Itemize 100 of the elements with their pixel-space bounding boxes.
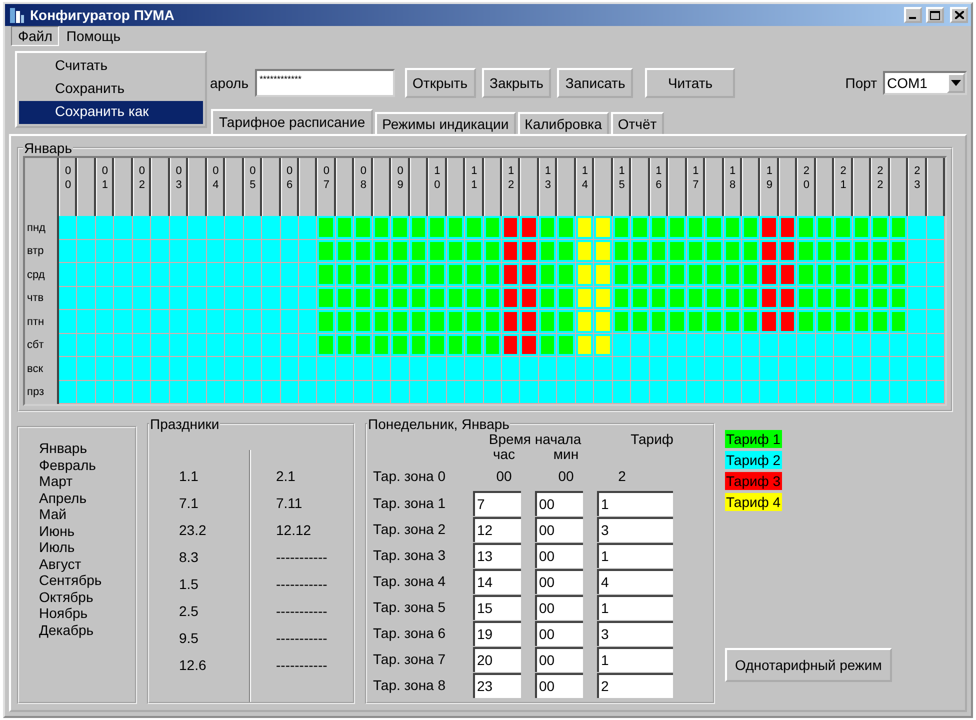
schedule-cell[interactable] <box>576 334 594 357</box>
schedule-cell[interactable] <box>631 286 650 310</box>
schedule-cell[interactable] <box>724 263 742 286</box>
schedule-cell[interactable] <box>612 263 632 286</box>
schedule-cell[interactable] <box>890 286 908 310</box>
schedule-cell[interactable] <box>206 380 226 404</box>
schedule-cell[interactable] <box>631 216 650 240</box>
schedule-cell[interactable] <box>760 380 779 404</box>
schedule-cell[interactable] <box>262 357 280 380</box>
schedule-cell[interactable] <box>852 240 872 263</box>
schedule-cell[interactable] <box>59 263 78 286</box>
schedule-cell[interactable] <box>816 216 834 240</box>
schedule-cell[interactable] <box>502 357 520 380</box>
schedule-cell[interactable] <box>686 216 706 240</box>
month-item[interactable]: Сентябрь <box>39 572 135 588</box>
schedule-cell[interactable] <box>576 286 594 310</box>
schedule-cell[interactable] <box>354 263 373 286</box>
schedule-cell[interactable] <box>298 334 318 357</box>
month-item[interactable]: Ноябрь <box>39 605 135 622</box>
schedule-cell[interactable] <box>484 357 502 380</box>
schedule-cell[interactable] <box>244 357 262 380</box>
hour-field[interactable]: 15 <box>473 594 521 620</box>
schedule-cell[interactable] <box>428 286 447 310</box>
minute-field[interactable]: 00 <box>535 568 583 594</box>
schedule-cell[interactable] <box>594 357 613 380</box>
schedule-cell[interactable] <box>410 380 428 404</box>
month-item[interactable]: Июнь <box>39 522 135 539</box>
schedule-cell[interactable] <box>206 357 226 380</box>
schedule-cell[interactable] <box>446 240 466 263</box>
schedule-cell[interactable] <box>668 286 687 310</box>
tariff-field[interactable]: 1 <box>597 646 673 672</box>
tariff-field[interactable]: 1 <box>597 542 673 568</box>
schedule-cell[interactable] <box>298 380 318 404</box>
schedule-cell[interactable] <box>391 357 410 380</box>
schedule-cell[interactable] <box>428 357 447 380</box>
schedule-cell[interactable] <box>170 334 188 357</box>
minute-field[interactable]: 00 <box>535 542 583 568</box>
schedule-cell[interactable] <box>372 286 392 310</box>
schedule-cell[interactable] <box>686 334 706 357</box>
schedule-cell[interactable] <box>742 240 760 263</box>
schedule-cell[interactable] <box>280 263 299 286</box>
schedule-cell[interactable] <box>742 216 760 240</box>
schedule-cell[interactable] <box>336 380 354 404</box>
schedule-cell[interactable] <box>372 263 392 286</box>
schedule-cell[interactable] <box>742 380 760 404</box>
month-item[interactable]: Январь <box>39 440 135 456</box>
schedule-cell[interactable] <box>778 380 798 404</box>
schedule-cell[interactable] <box>852 310 872 334</box>
schedule-cell[interactable] <box>354 286 373 310</box>
schedule-cell[interactable] <box>354 380 373 404</box>
schedule-cell[interactable] <box>631 310 650 334</box>
schedule-cell[interactable] <box>280 286 299 310</box>
schedule-cell[interactable] <box>797 240 816 263</box>
schedule-cell[interactable] <box>668 310 687 334</box>
schedule-cell[interactable] <box>908 240 927 263</box>
schedule-cell[interactable] <box>852 334 872 357</box>
schedule-cell[interactable] <box>576 380 594 404</box>
schedule-cell[interactable] <box>391 286 410 310</box>
maximize-button[interactable] <box>926 7 944 23</box>
schedule-cell[interactable] <box>77 334 96 357</box>
toolbar-button[interactable]: Читать <box>645 68 736 98</box>
schedule-cell[interactable] <box>778 240 798 263</box>
schedule-cell[interactable] <box>298 286 318 310</box>
close-button[interactable] <box>950 7 968 23</box>
schedule-cell[interactable] <box>446 380 466 404</box>
schedule-cell[interactable] <box>538 240 558 263</box>
schedule-cell[interactable] <box>502 240 520 263</box>
schedule-cell[interactable] <box>834 286 853 310</box>
schedule-cell[interactable] <box>576 263 594 286</box>
schedule-cell[interactable] <box>336 216 354 240</box>
schedule-cell[interactable] <box>760 216 779 240</box>
schedule-cell[interactable] <box>908 310 927 334</box>
schedule-cell[interactable] <box>576 310 594 334</box>
tariff-field[interactable]: 3 <box>597 620 673 646</box>
schedule-cell[interactable] <box>262 286 280 310</box>
minute-field[interactable]: 00 <box>535 672 583 698</box>
schedule-cell[interactable] <box>631 334 650 357</box>
schedule-cell[interactable] <box>520 286 539 310</box>
hour-field[interactable]: 23 <box>473 672 521 698</box>
schedule-cell[interactable] <box>114 380 133 404</box>
schedule-cell[interactable] <box>262 380 280 404</box>
schedule-cell[interactable] <box>280 216 299 240</box>
schedule-cell[interactable] <box>926 310 945 334</box>
schedule-cell[interactable] <box>668 334 687 357</box>
schedule-cell[interactable] <box>132 240 152 263</box>
schedule-cell[interactable] <box>225 263 244 286</box>
schedule-cell[interactable] <box>538 310 558 334</box>
schedule-cell[interactable] <box>686 263 706 286</box>
schedule-cell[interactable] <box>280 357 299 380</box>
minute-field[interactable]: 00 <box>535 620 583 646</box>
schedule-cell[interactable] <box>871 334 890 357</box>
schedule-cell[interactable] <box>631 380 650 404</box>
minute-field[interactable]: 00 <box>535 490 583 516</box>
schedule-cell[interactable] <box>724 310 742 334</box>
schedule-cell[interactable] <box>428 380 447 404</box>
schedule-cell[interactable] <box>77 216 96 240</box>
schedule-cell[interactable] <box>206 334 226 357</box>
schedule-cell[interactable] <box>502 216 520 240</box>
schedule-cell[interactable] <box>705 334 724 357</box>
schedule-cell[interactable] <box>465 380 484 404</box>
